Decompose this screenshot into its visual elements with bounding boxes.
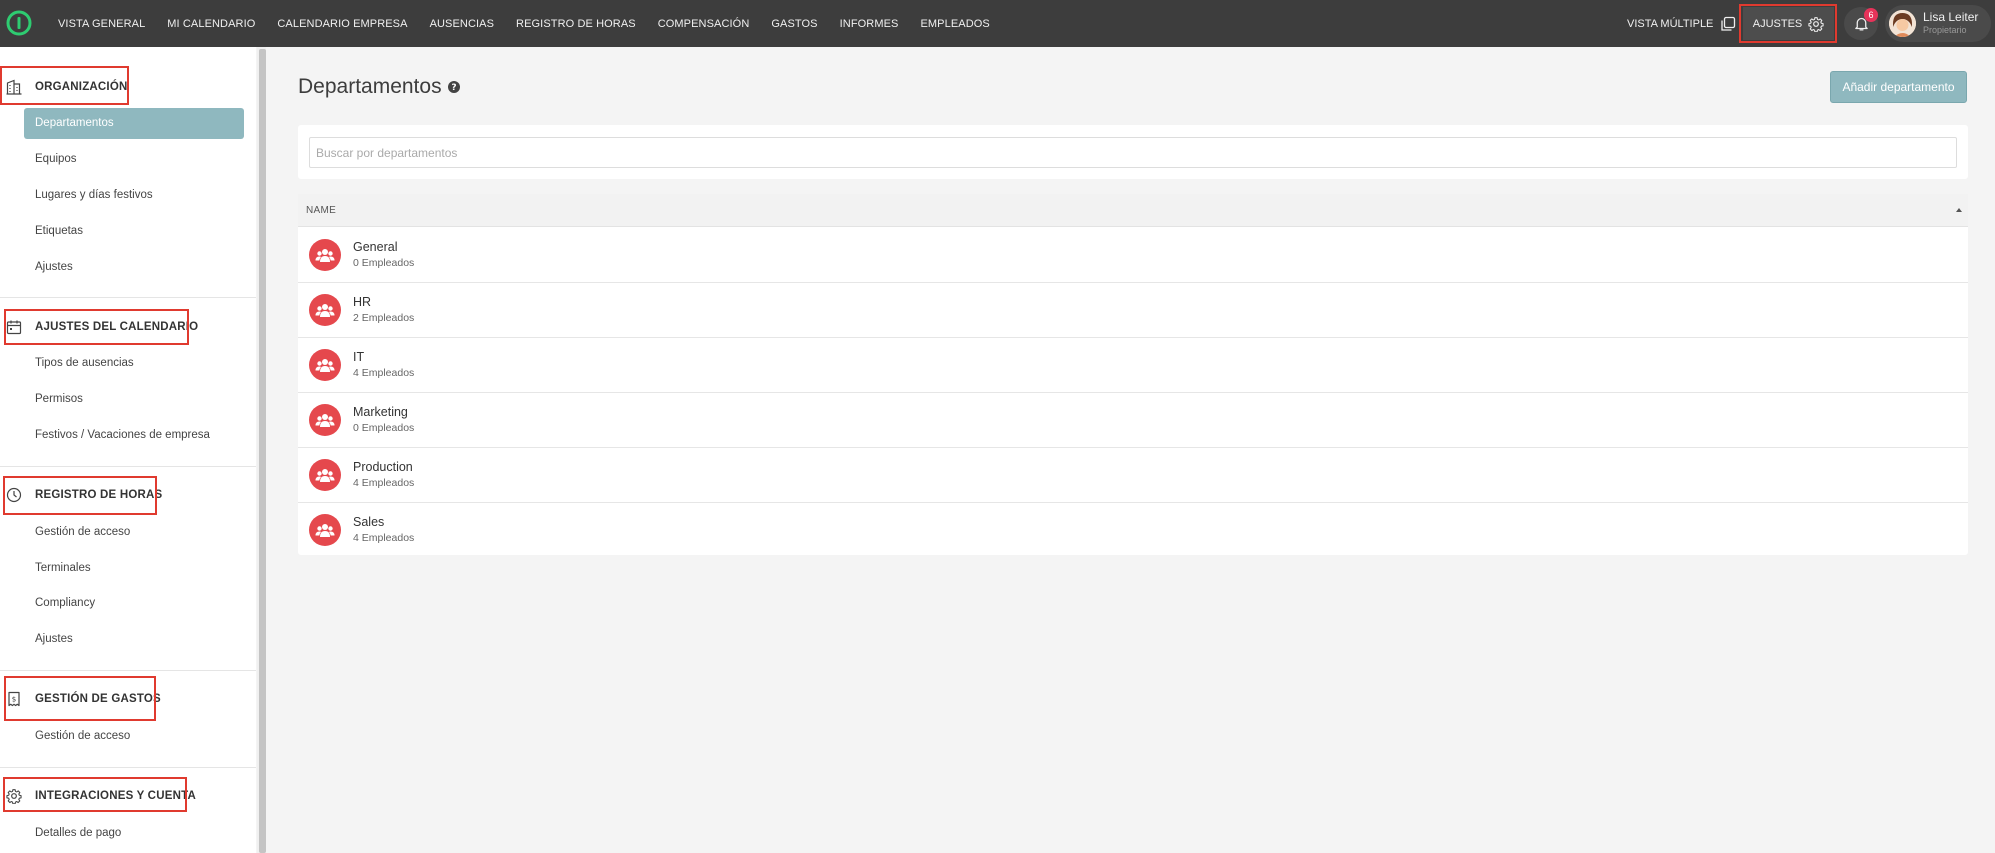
app-logo-icon[interactable] [6,10,32,36]
search-input[interactable] [309,137,1957,168]
sidebar-item-equipos[interactable]: Equipos [24,144,244,175]
svg-text:$: $ [12,696,16,704]
table-row[interactable]: HR 2 Empleados [298,283,1968,338]
divider [0,466,256,467]
nav-vista-general[interactable]: VISTA GENERAL [47,18,156,30]
divider [0,767,256,768]
department-name: Sales [353,515,385,529]
department-group-icon [309,294,341,326]
employee-count: 0 Empleados [353,422,415,434]
clock-icon [6,487,22,503]
nav-empleados[interactable]: EMPLEADOS [909,18,1000,30]
column-header-name[interactable]: NAME [306,205,336,216]
table-row[interactable]: Marketing 0 Empleados [298,393,1968,448]
department-name: General [353,240,398,254]
svg-text:?: ? [451,83,456,93]
user-menu[interactable]: Lisa Leiter Propietario [1885,5,1991,42]
top-navigation-bar: VISTA GENERAL MI CALENDARIO CALENDARIO E… [0,0,1995,47]
nav-mi-calendario[interactable]: MI CALENDARIO [156,18,266,30]
section-gestion-gastos: $ GESTIÓN DE GASTOS [0,684,256,714]
department-group-icon [309,239,341,271]
department-name: Production [353,460,413,474]
ajustes-button[interactable]: AJUSTES [1743,7,1834,40]
sidebar-item-festivos[interactable]: Festivos / Vacaciones de empresa [24,420,244,451]
departments-table: NAME General 0 Empleados HR 2 Empleados … [298,194,1968,555]
table-row[interactable]: Sales 4 Empleados [298,503,1968,558]
gear-icon [6,789,22,804]
table-row[interactable]: Production 4 Empleados [298,448,1968,503]
user-name: Lisa Leiter [1923,10,1979,24]
user-avatar-icon [1889,10,1916,37]
sidebar-item-gestion-acceso[interactable]: Gestión de acceso [24,517,244,548]
department-group-icon [309,349,341,381]
vista-multiple-label: VISTA MÚLTIPLE [1627,17,1714,30]
sidebar-item-detalles-pago[interactable]: Detalles de pago [24,818,244,849]
section-ajustes-calendario: AJUSTES DEL CALENDARIO [0,312,256,342]
department-name: Marketing [353,405,408,419]
table-header: NAME [298,194,1968,227]
nav-compensacion[interactable]: COMPENSACIÓN [647,18,761,30]
sidebar-scrollbar-thumb[interactable] [259,49,266,853]
add-department-button[interactable]: Añadir departamento [1830,71,1967,103]
employee-count: 2 Empleados [353,312,415,324]
table-row[interactable]: IT 4 Empleados [298,338,1968,393]
sidebar-item-ajustes-horas[interactable]: Ajustes [24,624,244,655]
section-title: GESTIÓN DE GASTOS [35,693,161,705]
department-name: IT [353,350,365,364]
section-integraciones: INTEGRACIONES Y CUENTA [0,781,256,811]
user-role: Propietario [1923,25,1967,35]
ajustes-label: AJUSTES [1752,17,1803,30]
sidebar-item-gestion-acceso-gastos[interactable]: Gestión de acceso [24,721,244,752]
divider [0,297,256,298]
sort-ascending-icon[interactable] [1956,208,1962,212]
nav-calendario-empresa[interactable]: CALENDARIO EMPRESA [266,18,418,30]
sidebar-item-compliancy[interactable]: Compliancy [24,588,244,619]
section-title: REGISTRO DE HORAS [35,489,163,501]
gear-icon [1808,16,1824,32]
search-card [298,125,1968,179]
table-row[interactable]: General 0 Empleados [298,228,1968,283]
section-title: ORGANIZACIÓN [35,81,128,93]
department-group-icon [309,404,341,436]
department-name: HR [353,295,372,309]
sidebar-item-ajustes-org[interactable]: Ajustes [24,252,244,283]
sidebar-item-departamentos[interactable]: Departamentos [24,108,244,139]
section-title: AJUSTES DEL CALENDARIO [35,321,199,333]
sidebar-item-lugares[interactable]: Lugares y días festivos [24,180,244,211]
receipt-icon: $ [8,691,20,707]
nav-informes[interactable]: INFORMES [829,18,910,30]
help-icon[interactable]: ? [447,81,460,93]
notification-count-badge: 6 [1864,8,1878,22]
department-group-icon [309,514,341,546]
page-title-text: Departamentos [298,75,442,98]
section-title: INTEGRACIONES Y CUENTA [35,790,196,802]
sidebar-item-permisos[interactable]: Permisos [24,384,244,415]
vista-multiple-button[interactable]: VISTA MÚLTIPLE [1627,0,1736,47]
nav-gastos[interactable]: GASTOS [760,18,828,30]
divider [0,670,256,671]
page-title: Departamentos ? [298,75,460,99]
employee-count: 4 Empleados [353,367,415,379]
avatar [1889,10,1916,37]
sidebar-item-etiquetas[interactable]: Etiquetas [24,216,244,247]
building-icon [6,79,22,95]
employee-count: 4 Empleados [353,477,415,489]
copy-windows-icon [1721,16,1736,31]
sidebar-item-tipos-ausencias[interactable]: Tipos de ausencias [24,348,244,379]
nav-registro-de-horas[interactable]: REGISTRO DE HORAS [505,18,647,30]
employee-count: 0 Empleados [353,257,415,269]
employee-count: 4 Empleados [353,532,415,544]
sidebar-item-terminales[interactable]: Terminales [24,553,244,584]
main-nav: VISTA GENERAL MI CALENDARIO CALENDARIO E… [47,0,1001,47]
calendar-icon [6,320,22,335]
section-organizacion: ORGANIZACIÓN [0,72,256,102]
section-registro-horas: REGISTRO DE HORAS [0,480,256,510]
department-group-icon [309,459,341,491]
nav-ausencias[interactable]: AUSENCIAS [419,18,505,30]
